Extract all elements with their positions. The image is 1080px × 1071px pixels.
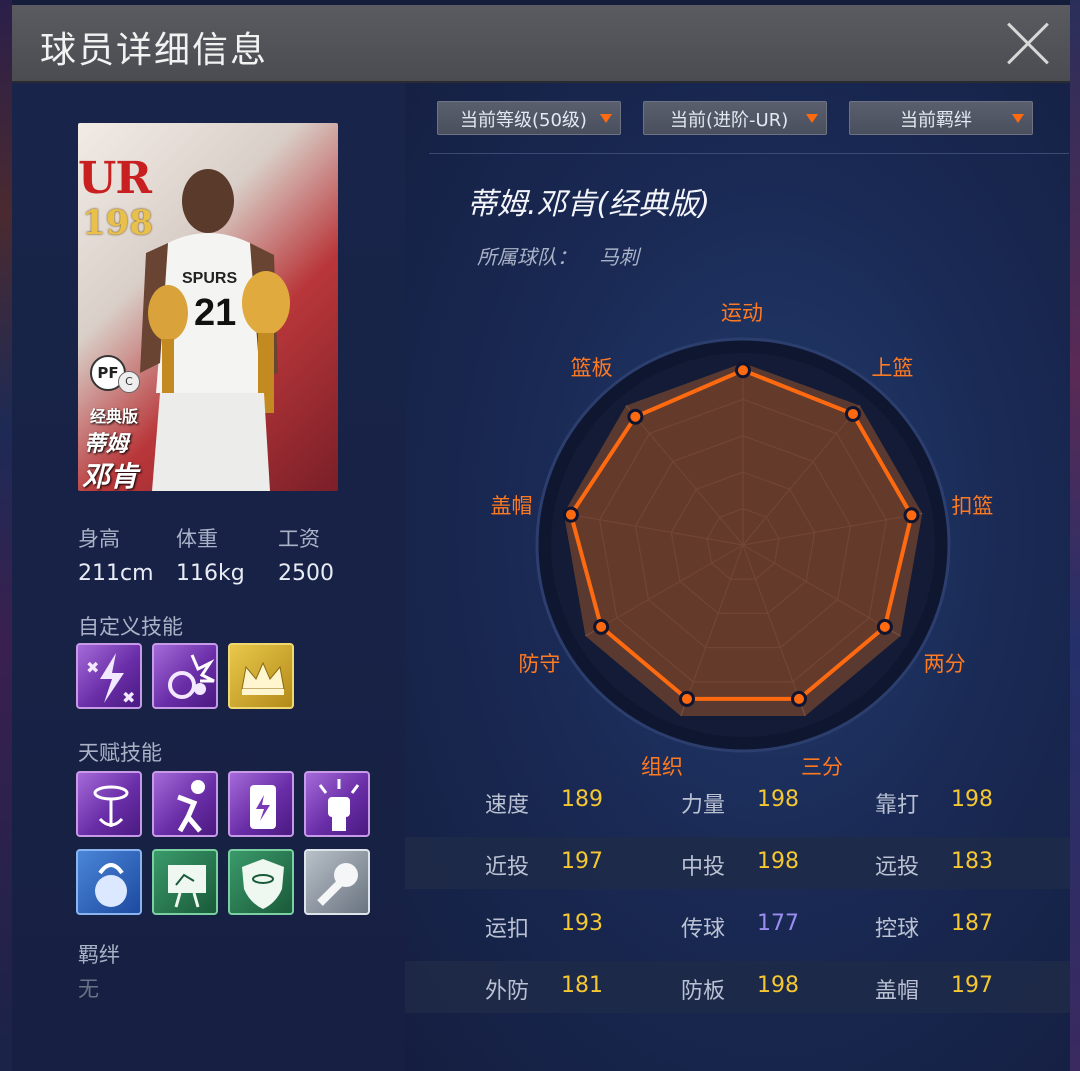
attribute-label: 控球 (875, 917, 920, 942)
weight-value: 116kg (176, 561, 245, 586)
fist-burst-icon[interactable] (304, 771, 370, 837)
attribute-value: 183 (951, 849, 993, 874)
hoop-shield-icon[interactable] (228, 849, 294, 915)
attribute-value: 187 (951, 911, 993, 936)
attribute-label: 中投 (681, 855, 726, 880)
weight-label: 体重 (176, 527, 218, 551)
radar-axis-label: 防守 (518, 652, 561, 676)
crown-icon[interactable] (228, 643, 294, 709)
shooter-icon[interactable] (152, 771, 218, 837)
attribute-label: 盖帽 (875, 979, 920, 1004)
radar-axis-label: 盖帽 (490, 494, 533, 519)
radar-axis-label: 扣篮 (951, 494, 994, 519)
attribute-value: 177 (757, 911, 799, 936)
attribute-value: 197 (561, 849, 603, 874)
radar-point-4 (879, 621, 890, 632)
player-detail-panel: 球员详细信息 SPURS 21 UR 198 PF C 经典版 蒂姆 邓肯 身高… (12, 0, 1070, 1071)
attribute-value: 189 (561, 787, 603, 812)
salary-stat: 工资 2500 (278, 523, 334, 586)
radar-axis-label: 运动 (721, 301, 763, 325)
attribute-label: 速度 (485, 793, 530, 818)
right-column: 当前等级(50级) 当前(进阶-UR) 当前羁绊 蒂姆.邓肯(经典版) 所属球队… (405, 83, 1070, 1071)
weight-stat: 体重 116kg (176, 523, 245, 586)
attribute-value: 181 (561, 973, 603, 998)
attribute-value: 193 (561, 911, 603, 936)
kettlebell-icon[interactable] (76, 849, 142, 915)
attribute-label: 外防 (485, 979, 530, 1004)
radar-point-9 (630, 411, 641, 422)
attribute-label: 力量 (681, 793, 726, 818)
svg-text:✖: ✖ (86, 658, 99, 677)
attribute-label: 近投 (485, 855, 530, 880)
height-label: 身高 (78, 527, 120, 551)
overall-rating: 198 (82, 203, 153, 243)
backdrop-left (0, 0, 12, 1071)
svg-text:SPURS: SPURS (182, 270, 237, 287)
attribute-value: 198 (757, 787, 799, 812)
radar-axis-label: 上篮 (871, 355, 914, 380)
close-icon[interactable] (1004, 19, 1052, 67)
lightning-crossed-icon[interactable]: ✖ ✖ (76, 643, 142, 709)
attribute-row: 外防 181 防板 198 盖帽 197 (405, 961, 1070, 1013)
dunk-burst-icon[interactable] (152, 643, 218, 709)
attribute-label: 防板 (681, 979, 726, 1004)
salary-label: 工资 (278, 527, 320, 551)
player-card[interactable]: SPURS 21 UR 198 PF C 经典版 蒂姆 邓肯 (78, 123, 338, 491)
backdrop-right (1070, 0, 1080, 1071)
card-edition: 经典版 (90, 407, 139, 426)
bond-value: 无 (78, 977, 99, 1001)
grade-badge: UR (78, 153, 152, 204)
hoop-anchor-icon[interactable] (76, 771, 142, 837)
secondary-position-badge: C (118, 371, 140, 393)
attribute-row: 近投 197 中投 198 远投 183 (405, 837, 1070, 889)
radar-point-2 (847, 408, 858, 419)
energy-can-icon[interactable] (228, 771, 294, 837)
radar-axis-label: 篮板 (570, 355, 613, 380)
radar-axis-label: 两分 (923, 652, 966, 676)
svg-text:21: 21 (194, 292, 236, 334)
talent-skills-label: 天赋技能 (78, 741, 162, 765)
card-name-first: 蒂姆 (84, 432, 129, 457)
height-value: 211cm (78, 561, 154, 586)
svg-text:✖: ✖ (122, 688, 135, 707)
card-name-last: 邓肯 (82, 460, 139, 491)
radar-point-7 (596, 621, 607, 632)
radar-point-5 (794, 693, 805, 704)
player-portrait: SPURS 21 (140, 169, 290, 491)
custom-skills-label: 自定义技能 (78, 615, 183, 639)
attribute-value: 198 (757, 849, 799, 874)
radar-point-8 (565, 509, 576, 520)
radar-point-3 (906, 510, 917, 521)
radar-point-6 (681, 693, 692, 704)
attribute-label: 传球 (681, 917, 726, 942)
attribute-value: 197 (951, 973, 993, 998)
attribute-label: 靠打 (875, 793, 920, 818)
window-title: 球员详细信息 (40, 30, 269, 71)
bond-label: 羁绊 (78, 943, 120, 967)
salary-value: 2500 (278, 561, 334, 586)
radar-point-1 (738, 365, 748, 376)
attribute-row: 速度 189 力量 198 靠打 198 (405, 775, 1070, 827)
title-bar: 球员详细信息 (12, 5, 1070, 83)
attribute-value: 198 (951, 787, 993, 812)
attribute-row: 运扣 193 传球 177 控球 187 (405, 899, 1070, 951)
tactic-board-icon[interactable] (152, 849, 218, 915)
attribute-value: 198 (757, 973, 799, 998)
attribute-label: 运扣 (485, 917, 530, 942)
attribute-label: 远投 (875, 855, 920, 880)
radar-chart (535, 337, 951, 753)
tape-icon[interactable] (304, 849, 370, 915)
height-stat: 身高 211cm (78, 523, 154, 586)
left-column: SPURS 21 UR 198 PF C 经典版 蒂姆 邓肯 身高 211cm (12, 83, 405, 1071)
